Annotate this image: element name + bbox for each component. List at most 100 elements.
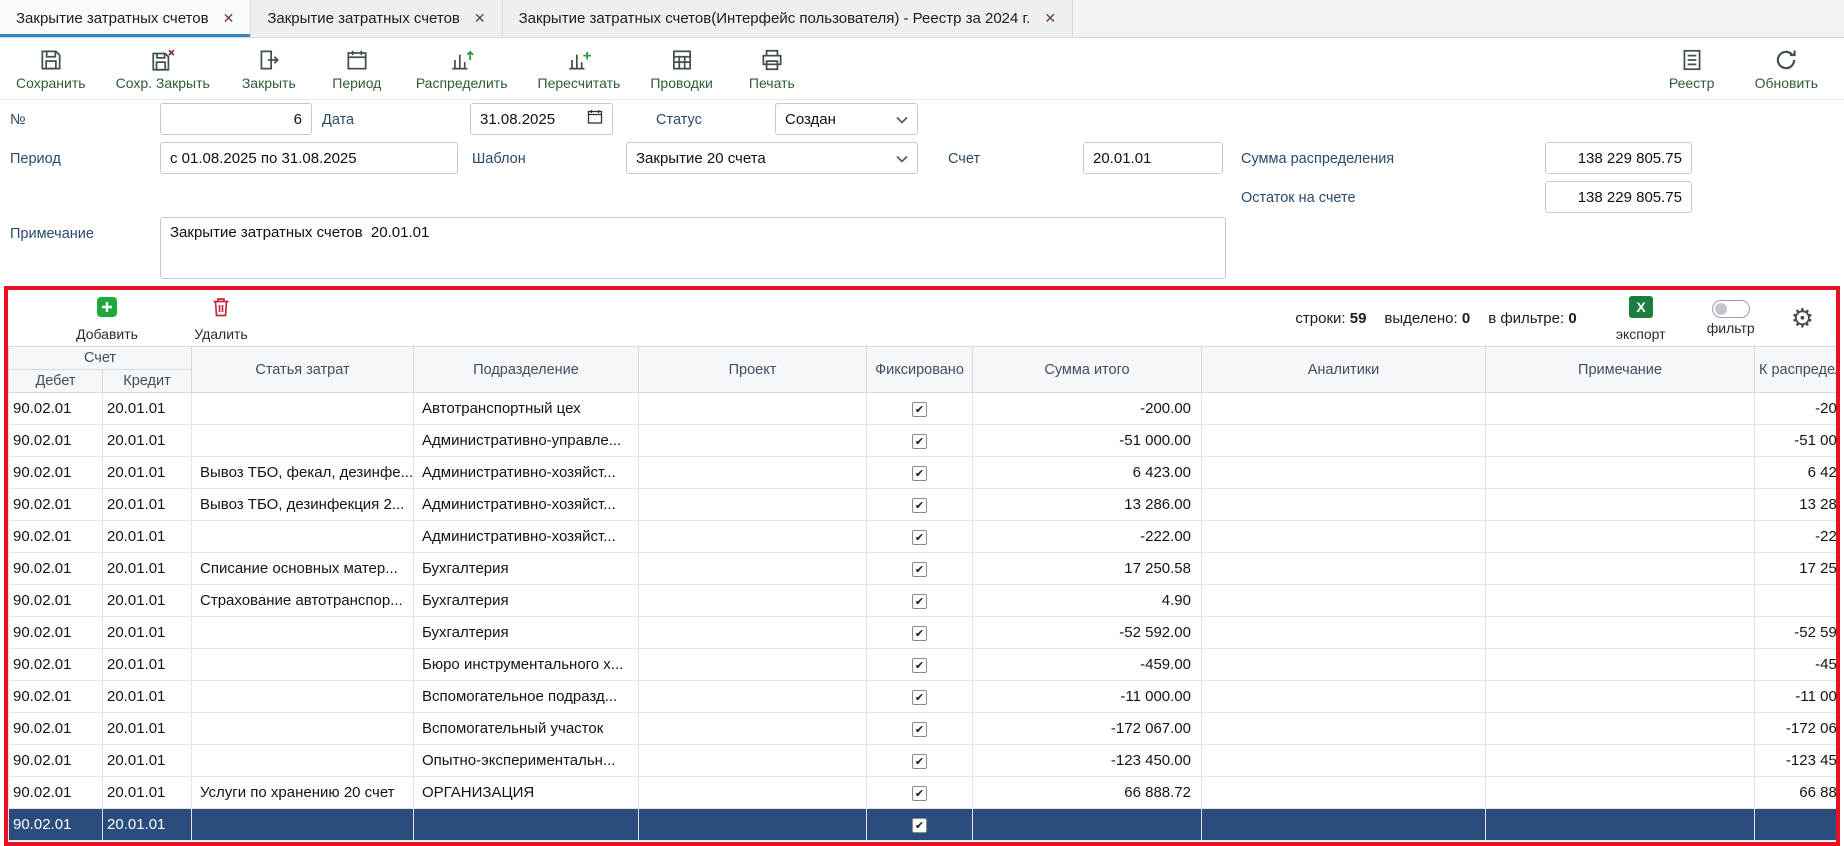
cell-fixed[interactable]: ✔: [867, 393, 973, 425]
checkbox-checked-icon[interactable]: ✔: [912, 658, 927, 673]
cell-debit[interactable]: 90.02.01: [9, 585, 103, 617]
checkbox-checked-icon[interactable]: ✔: [912, 498, 927, 513]
table-row[interactable]: 90.02.0120.01.01Вспомогательное подразд.…: [9, 681, 1837, 713]
cell-project[interactable]: [639, 745, 867, 777]
cell-analytics[interactable]: [1202, 777, 1486, 809]
header-credit[interactable]: Кредит: [103, 370, 192, 393]
cell-note[interactable]: [1486, 489, 1755, 521]
header-cost-item[interactable]: Статья затрат: [192, 347, 414, 393]
cell-note[interactable]: [1486, 393, 1755, 425]
cell-fixed[interactable]: ✔: [867, 713, 973, 745]
save-button[interactable]: Сохранить: [16, 47, 86, 91]
cell-project[interactable]: [639, 425, 867, 457]
cell-credit[interactable]: 20.01.01: [103, 713, 192, 745]
cell-department[interactable]: Административно-хозяйст...: [414, 457, 639, 489]
checkbox-checked-icon[interactable]: ✔: [912, 722, 927, 737]
cell-total[interactable]: [973, 809, 1202, 841]
cell-cost-item[interactable]: Вывоз ТБО, фекал, дезинфе...: [192, 457, 414, 489]
cell-department[interactable]: Административно-хозяйст...: [414, 521, 639, 553]
table-row[interactable]: 90.02.0120.01.01Административно-управле.…: [9, 425, 1837, 457]
cell-project[interactable]: [639, 617, 867, 649]
cell-credit[interactable]: 20.01.01: [103, 649, 192, 681]
cell-department[interactable]: [414, 809, 639, 841]
cell-total[interactable]: 6 423.00: [973, 457, 1202, 489]
cell-to-distribute[interactable]: 66 888.72: [1755, 777, 1837, 809]
cell-cost-item[interactable]: [192, 809, 414, 841]
cell-credit[interactable]: 20.01.01: [103, 585, 192, 617]
cell-note[interactable]: [1486, 681, 1755, 713]
cell-cost-item[interactable]: [192, 649, 414, 681]
cell-note[interactable]: [1486, 713, 1755, 745]
cell-total[interactable]: 13 286.00: [973, 489, 1202, 521]
table-row[interactable]: 90.02.0120.01.01Административно-хозяйст.…: [9, 521, 1837, 553]
checkbox-checked-icon[interactable]: ✔: [912, 690, 927, 705]
cell-analytics[interactable]: [1202, 489, 1486, 521]
checkbox-checked-icon[interactable]: ✔: [912, 594, 927, 609]
cell-fixed[interactable]: ✔: [867, 521, 973, 553]
filter-toggle[interactable]: фильтр: [1699, 300, 1763, 336]
cell-credit[interactable]: 20.01.01: [103, 777, 192, 809]
cell-department[interactable]: Опытно-экспериментальн...: [414, 745, 639, 777]
cell-credit[interactable]: 20.01.01: [103, 617, 192, 649]
cell-department[interactable]: Бюро инструментального х...: [414, 649, 639, 681]
export-excel-button[interactable]: X экспорт: [1611, 295, 1671, 342]
checkbox-checked-icon[interactable]: ✔: [912, 434, 927, 449]
cell-debit[interactable]: 90.02.01: [9, 553, 103, 585]
cell-debit[interactable]: 90.02.01: [9, 457, 103, 489]
cell-fixed[interactable]: ✔: [867, 425, 973, 457]
cell-project[interactable]: [639, 713, 867, 745]
cell-note[interactable]: [1486, 745, 1755, 777]
cell-fixed[interactable]: ✔: [867, 777, 973, 809]
cell-note[interactable]: [1486, 649, 1755, 681]
tab-close-icon[interactable]: ✕: [474, 10, 486, 27]
cell-total[interactable]: -172 067.00: [973, 713, 1202, 745]
cell-debit[interactable]: 90.02.01: [9, 745, 103, 777]
cell-note[interactable]: [1486, 553, 1755, 585]
cell-fixed[interactable]: ✔: [867, 489, 973, 521]
cell-analytics[interactable]: [1202, 617, 1486, 649]
registry-button[interactable]: Реестр: [1663, 47, 1721, 91]
header-note[interactable]: Примечание: [1486, 347, 1755, 393]
balance-field[interactable]: 138 229 805.75: [1545, 181, 1692, 213]
table-row[interactable]: 90.02.0120.01.01Услуги по хранению 20 сч…: [9, 777, 1837, 809]
cell-to-distribute[interactable]: -200.00: [1755, 393, 1837, 425]
cell-project[interactable]: [639, 649, 867, 681]
cell-total[interactable]: -222.00: [973, 521, 1202, 553]
save-close-button[interactable]: Сохр. Закрыть: [116, 47, 210, 91]
cell-to-distribute[interactable]: -123 450.00: [1755, 745, 1837, 777]
cell-fixed[interactable]: ✔: [867, 617, 973, 649]
cell-credit[interactable]: 20.01.01: [103, 745, 192, 777]
cell-note[interactable]: [1486, 777, 1755, 809]
tab-document-1[interactable]: Закрытие затратных счетов ✕: [0, 0, 251, 37]
close-button[interactable]: Закрыть: [240, 47, 298, 91]
distribute-button[interactable]: Распределить: [416, 47, 508, 91]
template-select[interactable]: Закрытие 20 счета: [626, 142, 918, 174]
cell-total[interactable]: 4.90: [973, 585, 1202, 617]
cell-analytics[interactable]: [1202, 457, 1486, 489]
cell-credit[interactable]: 20.01.01: [103, 457, 192, 489]
cell-project[interactable]: [639, 553, 867, 585]
period-field[interactable]: с 01.08.2025 по 31.08.2025: [160, 142, 458, 174]
chevron-down-icon[interactable]: [896, 150, 908, 167]
cell-debit[interactable]: 90.02.01: [9, 393, 103, 425]
cell-cost-item[interactable]: [192, 393, 414, 425]
cell-total[interactable]: 66 888.72: [973, 777, 1202, 809]
cell-fixed[interactable]: ✔: [867, 809, 973, 841]
cell-to-distribute[interactable]: 4.90: [1755, 585, 1837, 617]
cell-credit[interactable]: 20.01.01: [103, 681, 192, 713]
checkbox-checked-icon[interactable]: ✔: [912, 466, 927, 481]
header-department[interactable]: Подразделение: [414, 347, 639, 393]
tab-close-icon[interactable]: ✕: [1044, 10, 1056, 27]
cell-debit[interactable]: 90.02.01: [9, 713, 103, 745]
cell-project[interactable]: [639, 585, 867, 617]
cell-debit[interactable]: 90.02.01: [9, 777, 103, 809]
cell-total[interactable]: 17 250.58: [973, 553, 1202, 585]
refresh-button[interactable]: Обновить: [1755, 47, 1818, 91]
cell-project[interactable]: [639, 393, 867, 425]
cell-note[interactable]: [1486, 457, 1755, 489]
cell-debit[interactable]: 90.02.01: [9, 617, 103, 649]
header-fixed[interactable]: Фиксировано: [867, 347, 973, 393]
account-field[interactable]: 20.01.01: [1083, 142, 1223, 174]
cell-analytics[interactable]: [1202, 553, 1486, 585]
cell-debit[interactable]: 90.02.01: [9, 649, 103, 681]
